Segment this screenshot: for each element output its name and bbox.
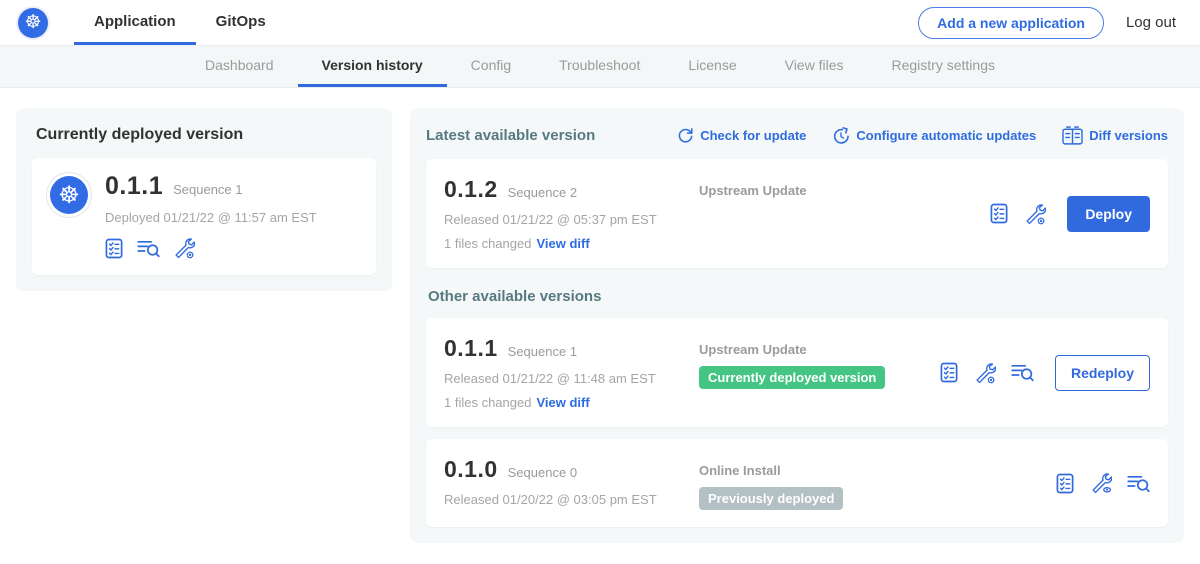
view-config-icon[interactable] <box>1090 472 1112 494</box>
source-label: Online Install <box>699 463 1056 478</box>
currently-deployed-badge: Currently deployed version <box>699 366 885 389</box>
preflight-checks-icon[interactable] <box>990 203 1009 224</box>
source-label: Upstream Update <box>699 183 990 198</box>
tab-application[interactable]: Application <box>74 0 196 45</box>
version-info: 0.1.1 Sequence 1 Released 01/21/22 @ 11:… <box>444 335 699 410</box>
version-source: Upstream Update Currently deployed versi… <box>699 335 940 389</box>
currently-deployed-title: Currently deployed version <box>36 126 376 144</box>
tab-gitops[interactable]: GitOps <box>196 0 286 45</box>
check-for-update-link[interactable]: Check for update <box>677 127 806 144</box>
kubernetes-wheel-glyph: ☸ <box>58 183 80 207</box>
released-timestamp: Released 01/21/22 @ 05:37 pm EST <box>444 212 699 227</box>
version-row-0-1-0: 0.1.0 Sequence 0 Released 01/20/22 @ 03:… <box>426 439 1168 527</box>
tab-gitops-label: GitOps <box>216 13 266 30</box>
top-nav-right: Add a new application Log out <box>918 0 1176 45</box>
subtab-version-history[interactable]: Version history <box>298 46 447 87</box>
source-label: Upstream Update <box>699 342 940 357</box>
app-level-tabs: Application GitOps <box>74 0 286 45</box>
version-actions <box>1056 472 1150 494</box>
version-info: 0.1.2 Sequence 2 Released 01/21/22 @ 05:… <box>444 176 699 251</box>
deployed-version-info: 0.1.1 Sequence 1 Deployed 01/21/22 @ 11:… <box>105 172 317 259</box>
files-changed: 1 files changed View diff <box>444 395 699 410</box>
diff-versions-link[interactable]: Diff versions <box>1062 126 1168 145</box>
released-timestamp: Released 01/20/22 @ 03:05 pm EST <box>444 492 699 507</box>
deployed-version-number: 0.1.1 <box>105 172 163 201</box>
configure-automatic-updates-link[interactable]: Configure automatic updates <box>832 127 1036 145</box>
sequence-label: Sequence 0 <box>508 465 577 480</box>
previously-deployed-badge: Previously deployed <box>699 487 843 510</box>
deploy-logs-icon[interactable] <box>137 238 160 259</box>
version-source: Upstream Update <box>699 176 990 198</box>
currently-deployed-card: Currently deployed version ☸ 0.1.1 Seque… <box>16 108 392 291</box>
deploy-logs-icon[interactable] <box>1011 362 1034 383</box>
panel-actions: Check for update Configure automatic upd… <box>677 126 1168 145</box>
version-info: 0.1.0 Sequence 0 Released 01/20/22 @ 03:… <box>444 456 699 507</box>
released-timestamp: Released 01/21/22 @ 11:48 am EST <box>444 371 699 386</box>
version-actions: Redeploy <box>940 355 1150 391</box>
add-application-button[interactable]: Add a new application <box>918 7 1104 39</box>
deploy-logs-icon[interactable] <box>1127 473 1150 494</box>
tab-application-label: Application <box>94 13 176 30</box>
view-diff-link[interactable]: View diff <box>536 236 589 251</box>
kubernetes-wheel-glyph: ☸ <box>24 13 41 32</box>
version-row-0-1-2: 0.1.2 Sequence 2 Released 01/21/22 @ 05:… <box>426 159 1168 268</box>
logout-button[interactable]: Log out <box>1126 14 1176 31</box>
schedule-update-icon <box>832 127 850 145</box>
subtab-license[interactable]: License <box>664 46 760 87</box>
configure-automatic-updates-label: Configure automatic updates <box>856 128 1036 143</box>
panel-header: Latest available version Check for updat… <box>426 126 1168 145</box>
preflight-checks-icon[interactable] <box>940 362 959 383</box>
main-content: Currently deployed version ☸ 0.1.1 Seque… <box>0 88 1200 563</box>
view-diff-link[interactable]: View diff <box>536 395 589 410</box>
edit-config-icon[interactable] <box>1024 203 1046 225</box>
deployed-timestamp: Deployed 01/21/22 @ 11:57 am EST <box>105 210 317 225</box>
app-sub-nav: Dashboard Version history Config Trouble… <box>0 46 1200 88</box>
kubernetes-logo-icon: ☸ <box>18 8 48 38</box>
diff-icon <box>1062 126 1083 145</box>
top-nav: ☸ Application GitOps Add a new applicati… <box>0 0 1200 46</box>
files-changed-label: 1 files changed <box>444 395 531 410</box>
preflight-checks-icon[interactable] <box>1056 473 1075 494</box>
subtab-troubleshoot[interactable]: Troubleshoot <box>535 46 664 87</box>
version-history-panel: Latest available version Check for updat… <box>410 108 1184 543</box>
subtab-view-files[interactable]: View files <box>761 46 868 87</box>
version-number: 0.1.1 <box>444 335 498 362</box>
edit-config-icon[interactable] <box>974 362 996 384</box>
deploy-button[interactable]: Deploy <box>1067 196 1150 232</box>
subtab-config[interactable]: Config <box>447 46 535 87</box>
files-changed-label: 1 files changed <box>444 236 531 251</box>
version-number: 0.1.2 <box>444 176 498 203</box>
check-for-update-label: Check for update <box>700 128 806 143</box>
files-changed: 1 files changed View diff <box>444 236 699 251</box>
refresh-icon <box>677 127 694 144</box>
latest-version-heading: Latest available version <box>426 127 595 144</box>
version-row-0-1-1: 0.1.1 Sequence 1 Released 01/21/22 @ 11:… <box>426 318 1168 427</box>
app-logo-icon: ☸ <box>46 172 92 218</box>
version-source: Online Install Previously deployed <box>699 456 1056 510</box>
other-versions-heading: Other available versions <box>428 288 1168 305</box>
subtab-registry-settings[interactable]: Registry settings <box>868 46 1019 87</box>
sequence-label: Sequence 2 <box>508 185 577 200</box>
diff-versions-label: Diff versions <box>1089 128 1168 143</box>
redeploy-button[interactable]: Redeploy <box>1055 355 1150 391</box>
edit-config-icon[interactable] <box>173 237 195 259</box>
version-number: 0.1.0 <box>444 456 498 483</box>
deployed-sequence-label: Sequence 1 <box>173 182 242 197</box>
sequence-label: Sequence 1 <box>508 344 577 359</box>
preflight-checks-icon[interactable] <box>105 238 124 259</box>
deployed-version-card: ☸ 0.1.1 Sequence 1 Deployed 01/21/22 @ 1… <box>32 158 376 275</box>
subtab-dashboard[interactable]: Dashboard <box>181 46 298 87</box>
version-actions: Deploy <box>990 196 1150 232</box>
